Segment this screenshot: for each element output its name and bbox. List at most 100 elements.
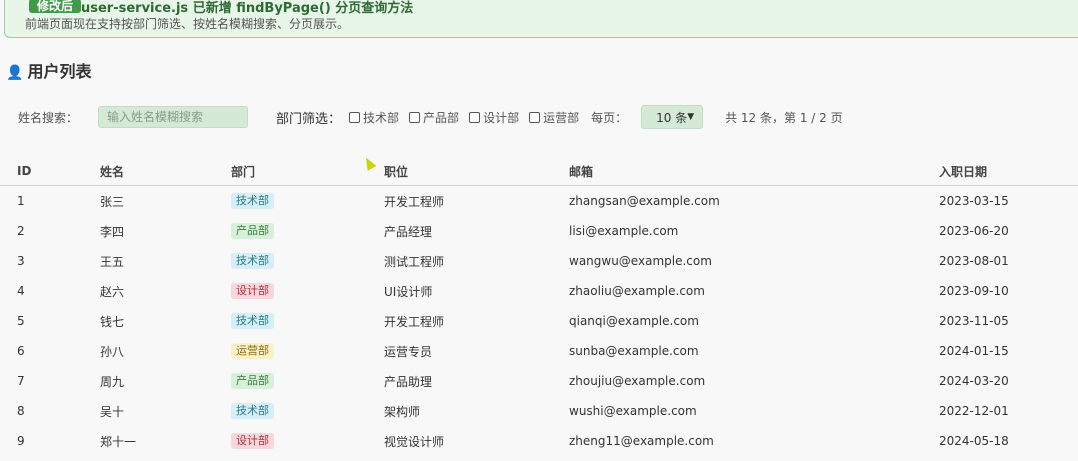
dept-checkbox-ops[interactable]: 运营部 [529,109,579,126]
cell-dept: 技术部 [231,396,384,426]
banner-subtitle: 前端页面现在支持按部门筛选、按姓名模糊搜索、分页展示。 [25,17,350,31]
chevron-down-icon: ▼ [687,112,695,122]
cell-name: 王五 [100,254,125,269]
header-email[interactable]: 邮箱 [569,157,939,186]
cell-id: 1 [17,194,25,208]
cell-email: sunba@example.com [569,344,699,358]
cell-date: 2023-03-15 [939,194,1009,208]
per-page-value: 10 条 [656,110,688,125]
page-title: 👤 用户列表 [6,58,91,82]
dept-tag: 技术部 [231,313,274,329]
checkbox-icon[interactable] [529,111,541,123]
per-page-select[interactable]: 10 条 ▼ [641,105,704,129]
checkbox-icon[interactable] [469,111,481,123]
cell-email: wangwu@example.com [569,254,712,268]
cell-dept: 技术部 [231,186,384,217]
banner-title: user-service.js 已新增 findByPage() 分页查询方法 [81,1,414,16]
dept-tag: 产品部 [231,223,274,239]
table-row[interactable]: 7 周九 产品部 产品助理 zhoujiu@example.com 2024-03-20 [0,366,1078,396]
table-row[interactable]: 6 孙八 运营部 运营专员 sunba@example.com 2024-01-15 [0,336,1078,366]
cell-name: 钱七 [100,314,125,329]
name-search-input[interactable] [98,106,249,128]
cell-title: 产品助理 [384,374,433,389]
cell-name: 吴十 [100,404,125,419]
dept-checkbox-tech[interactable]: 技术部 [349,109,399,126]
table-row[interactable]: 1 张三 技术部 开发工程师 zhangsan@example.com 2023-03-1… [0,186,1078,217]
cell-title: 产品经理 [384,224,433,239]
cell-dept: 产品部 [231,216,384,246]
table-row[interactable]: 2 李四 产品部 产品经理 lisi@example.com 2023-06-20 [0,216,1078,246]
cell-email: zheng11@example.com [569,434,714,448]
table-header-row: ID 姓名 部门 职位 邮箱 入职日期 [0,157,1078,186]
header-id[interactable]: ID [0,157,100,186]
table-row[interactable]: 9 郑十一 设计部 视觉设计师 zheng11@example.com 2024-05-1… [0,426,1078,456]
cell-date: 2023-06-20 [939,224,1009,238]
cell-id: 3 [17,254,25,268]
user-icon: 👤 [6,65,24,81]
dept-tag: 运营部 [231,343,274,359]
checkbox-icon[interactable] [349,111,361,123]
cell-id: 6 [17,344,25,358]
dept-checkbox-product[interactable]: 产品部 [409,109,459,126]
cell-dept: 设计部 [231,426,384,456]
cell-email: zhaoliu@example.com [569,284,705,298]
notice-banner: 修改后 user-service.js 已新增 findByPage() 分页查… [4,0,1078,38]
filter-bar: 姓名搜索： 部门筛选： 技术部 产品部 设计部 运营部 每页： 10 条 ▼ 共… [18,104,843,130]
page-title-text: 用户列表 [27,62,92,81]
dept-filter-label: 部门筛选： [276,111,342,127]
cell-name: 赵六 [100,284,125,299]
cell-name: 郑十一 [100,434,137,449]
cell-date: 2023-08-01 [939,254,1009,268]
cell-id: 5 [17,314,25,328]
cell-id: 8 [17,404,25,418]
dept-tag: 技术部 [231,253,274,269]
cell-name: 孙八 [100,344,125,359]
cell-title: 运营专员 [384,344,433,359]
cell-title: 视觉设计师 [384,434,445,449]
cell-name: 张三 [100,194,125,209]
dept-tag: 产品部 [231,373,274,389]
table-row[interactable]: 3 王五 技术部 测试工程师 wangwu@example.com 2023-08-01 [0,246,1078,276]
table-row[interactable]: 4 赵六 设计部 UI设计师 zhaoliu@example.com 2023-09-10 [0,276,1078,306]
dept-tag: 设计部 [231,433,274,449]
pagination-summary: 共 12 条，第 1 / 2 页 [725,110,843,125]
cell-id: 7 [17,374,25,388]
cell-title: 开发工程师 [384,194,445,209]
cell-dept: 产品部 [231,366,384,396]
modified-badge: 修改后 [29,0,82,13]
header-name[interactable]: 姓名 [100,157,231,186]
cell-title: UI设计师 [384,284,433,299]
cell-dept: 技术部 [231,306,384,336]
cell-date: 2023-11-05 [939,314,1009,328]
header-dept[interactable]: 部门 [231,157,384,186]
cell-date: 2024-03-20 [939,374,1009,388]
cell-name: 李四 [100,224,125,239]
dept-checkbox-design[interactable]: 设计部 [469,109,519,126]
cell-id: 9 [17,434,25,448]
cell-id: 2 [17,224,25,238]
cell-dept: 技术部 [231,246,384,276]
table-row[interactable]: 8 吴十 技术部 架构师 wushi@example.com 2022-12-01 [0,396,1078,426]
cell-name: 周九 [100,374,125,389]
header-date[interactable]: 入职日期 [939,157,1078,186]
table-row[interactable]: 5 钱七 技术部 开发工程师 qianqi@example.com 2023-11-05 [0,306,1078,336]
cell-email: lisi@example.com [569,224,679,238]
cell-email: zhoujiu@example.com [569,374,706,388]
search-label: 姓名搜索： [18,110,79,125]
dept-tag: 技术部 [231,193,274,209]
cell-title: 架构师 [384,404,421,419]
cell-id: 4 [17,284,25,298]
cell-email: qianqi@example.com [569,314,699,328]
cell-dept: 运营部 [231,336,384,366]
checkbox-icon[interactable] [409,111,421,123]
cell-title: 开发工程师 [384,314,445,329]
dept-tag: 技术部 [231,403,274,419]
dept-tag: 设计部 [231,283,274,299]
cell-title: 测试工程师 [384,254,445,269]
header-title[interactable]: 职位 [384,157,569,186]
cell-date: 2023-09-10 [939,284,1009,298]
cell-email: wushi@example.com [569,404,697,418]
cell-date: 2022-12-01 [939,404,1009,418]
user-table: ID 姓名 部门 职位 邮箱 入职日期 1 张三 技术部 开发工程师 zhangsan@… [0,157,1078,456]
cell-dept: 设计部 [231,276,384,306]
